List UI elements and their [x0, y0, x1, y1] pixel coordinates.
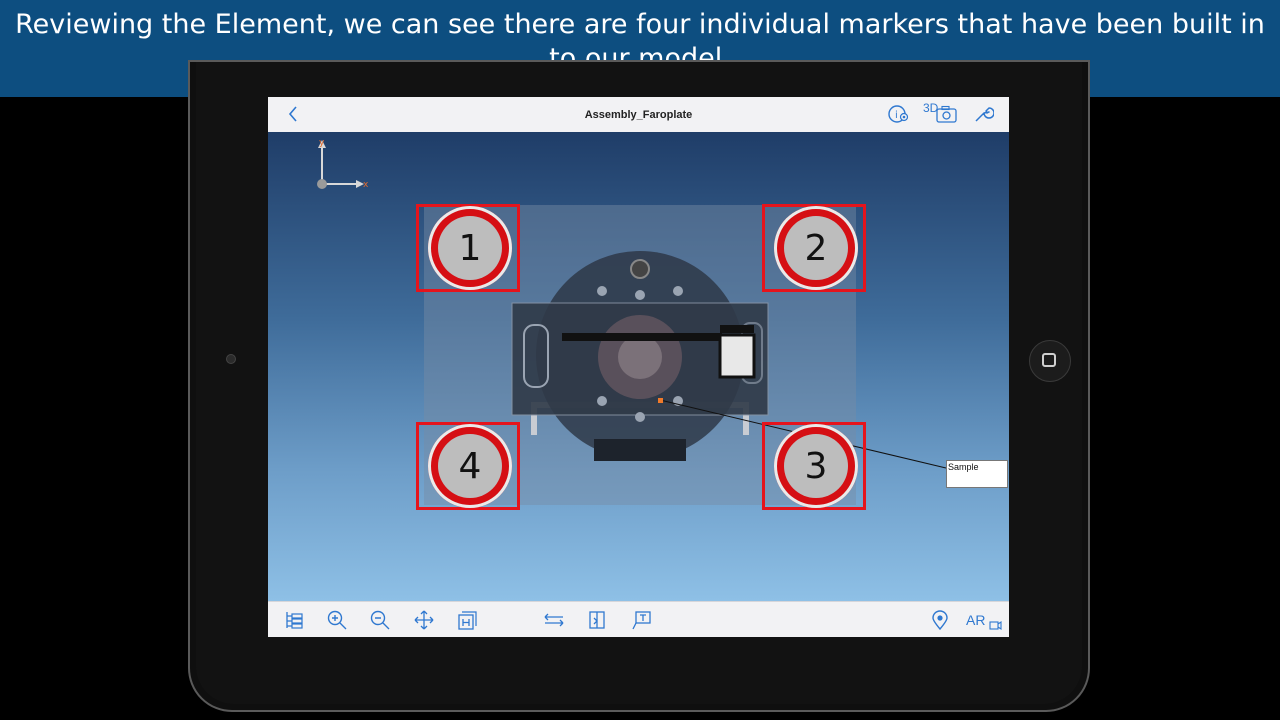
zoom-out-icon[interactable]	[369, 609, 391, 631]
section-icon[interactable]	[586, 609, 608, 631]
fit-view-icon[interactable]	[456, 609, 478, 631]
zoom-in-icon[interactable]	[326, 609, 348, 631]
svg-text:i: i	[895, 110, 898, 121]
annotation-anchor-point[interactable]	[658, 398, 663, 403]
location-pin-icon[interactable]	[929, 609, 951, 631]
annotation-label: Sample	[948, 462, 979, 472]
marker-1[interactable]: 1	[416, 204, 520, 292]
marker-3[interactable]: 3	[762, 422, 866, 510]
measure-icon[interactable]	[543, 609, 565, 631]
tree-icon[interactable]	[283, 609, 305, 631]
marker-number: 3	[784, 434, 848, 498]
bottom-toolbar: AR	[268, 601, 1009, 637]
marker-number: 1	[438, 216, 502, 280]
3d-viewport[interactable]: y x Sample 1 2 3 4	[268, 132, 1009, 601]
marker-2[interactable]: 2	[762, 204, 866, 292]
pan-icon[interactable]	[413, 609, 435, 631]
info-icon[interactable]: i	[886, 103, 912, 125]
camera-icon	[226, 354, 236, 364]
marker-number: 2	[784, 216, 848, 280]
text-annotation-icon[interactable]	[630, 609, 652, 631]
ar-camera-icon[interactable]: AR	[966, 610, 1002, 632]
annotation-label-box[interactable]: Sample	[946, 460, 1008, 488]
marker-number: 4	[438, 434, 502, 498]
annotation-leader-line	[659, 399, 947, 469]
app-screen: Assembly_Faroplate i 3D y x Sample 1 2 3…	[268, 97, 1009, 637]
home-button[interactable]	[1029, 340, 1071, 382]
home-square-icon	[1042, 353, 1056, 367]
top-toolbar: Assembly_Faroplate i 3D	[268, 97, 1009, 133]
marker-4[interactable]: 4	[416, 422, 520, 510]
3d-camera-icon[interactable]: 3D	[923, 101, 959, 123]
wrench-icon[interactable]	[972, 103, 994, 125]
